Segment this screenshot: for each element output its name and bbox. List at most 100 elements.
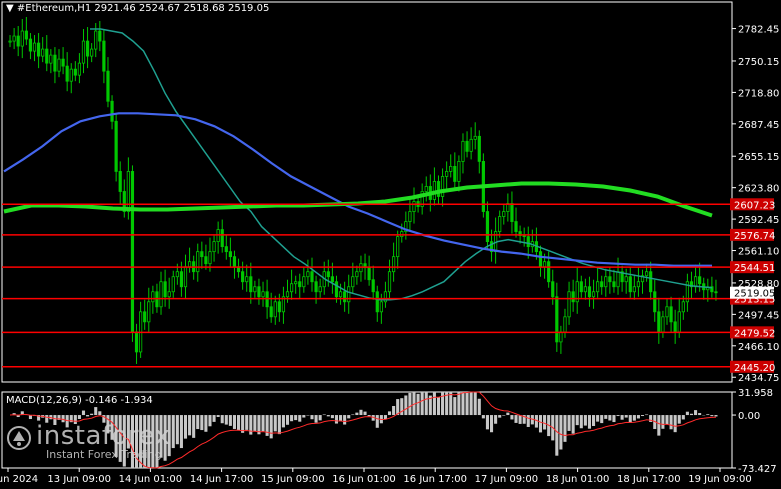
candle-body (526, 236, 530, 248)
candle-body (636, 281, 641, 288)
candle-body (228, 251, 232, 258)
candle-body (143, 311, 147, 323)
candle-body (604, 276, 608, 288)
candle-body (163, 281, 167, 298)
candle-body (477, 135, 481, 162)
candle-body (677, 311, 681, 333)
macd-label: MACD(12,26,9) -0.146 -1.934 (6, 395, 153, 406)
candle-body (371, 279, 375, 293)
candle-body (37, 42, 41, 57)
candle-body (20, 30, 24, 47)
candle-body (179, 271, 184, 288)
macd-tick-label: -73.427 (738, 464, 777, 475)
candle-body (714, 291, 718, 294)
candle-body (596, 281, 600, 293)
candle-body (8, 40, 12, 43)
candle-body (224, 246, 228, 253)
candle-body (485, 211, 490, 243)
candle-body (32, 42, 37, 52)
y-tick-label: 2434.75 (738, 373, 779, 384)
candle-body (196, 251, 200, 273)
watermark-brand: instaforex (36, 421, 171, 451)
candle-body (681, 301, 685, 313)
chevron-down-icon[interactable]: ▼ (6, 3, 14, 14)
candle-body (579, 281, 583, 293)
candle-body (114, 120, 118, 172)
candle-body (167, 291, 171, 298)
candle-body (232, 256, 237, 268)
candle-body (547, 261, 551, 283)
candle-body (375, 291, 379, 313)
candle-body (220, 229, 224, 248)
candle-body (355, 271, 359, 278)
candle-body (147, 301, 151, 323)
candle-body (187, 261, 192, 268)
candle-body (649, 271, 653, 293)
candle-body (326, 271, 330, 278)
chart-canvas[interactable]: 2782.45 2750.15 2718.80 2687.45 2655.15 2623.… (0, 0, 781, 489)
candle-body (698, 276, 702, 285)
candle-body (616, 271, 620, 288)
candle-body (330, 276, 334, 283)
y-tick-label: 2718.80 (738, 88, 779, 99)
candle-body (408, 211, 412, 222)
candle-body (453, 166, 457, 182)
candle-body (245, 276, 249, 283)
candle-body (587, 286, 592, 298)
instaforex-logo-icon (7, 426, 31, 450)
candle-body (522, 235, 526, 238)
candle-body (465, 140, 469, 152)
candle-body (257, 286, 261, 298)
candle-body (241, 271, 245, 283)
candle-body (53, 54, 57, 72)
candle-body (126, 171, 130, 212)
candle-body (106, 70, 110, 102)
level-price-label: 2479.52 (734, 328, 775, 339)
x-tick-label: 16 Jun 01:00 (332, 474, 396, 485)
candle-body (379, 301, 383, 313)
candle-body (571, 291, 575, 303)
candle-body (175, 271, 179, 278)
candle-body (94, 30, 98, 50)
level-price-label: 2607.23 (734, 200, 775, 211)
candle-body (249, 276, 253, 293)
candle-body (102, 40, 106, 72)
candle-body (85, 40, 90, 57)
candle-body (673, 321, 677, 333)
candle-body (208, 251, 212, 265)
x-tick-label: 18 Jun 01:00 (546, 474, 610, 485)
candle-body (445, 171, 449, 177)
candle-body (28, 38, 33, 52)
level-price-label: 2445.20 (734, 363, 775, 374)
candle-body (261, 291, 265, 298)
level-price-label: 2544.51 (734, 263, 775, 274)
candle-body (118, 171, 122, 192)
candle-body (538, 251, 543, 268)
candle-body (159, 281, 163, 308)
x-tick-label: 14 Jun 17:00 (190, 474, 254, 485)
main-pane-frame (1, 1, 733, 383)
level-price-label: 2576.74 (734, 231, 775, 242)
candle-body (632, 286, 636, 293)
candle-body (204, 256, 208, 265)
candle-body (16, 35, 20, 47)
candle-body (396, 236, 400, 258)
candle-body (424, 186, 428, 192)
y-tick-label: 2623.80 (738, 184, 779, 195)
candle-body (387, 271, 392, 293)
candle-body (440, 176, 445, 197)
candle-body (559, 331, 563, 343)
y-tick-label: 2750.15 (738, 57, 779, 68)
candle-body (338, 291, 343, 298)
candle-body (302, 276, 306, 288)
candle-body (269, 306, 273, 318)
candle-body (98, 30, 102, 42)
candle-body (461, 140, 465, 162)
candle-body (294, 281, 298, 285)
candle-body (661, 316, 665, 333)
x-tick-label: 13 Jun 09:00 (47, 474, 111, 485)
candle-body (502, 211, 506, 217)
y-tick-label: 2687.45 (738, 120, 779, 131)
candle-body (624, 276, 628, 283)
candle-body (669, 306, 673, 323)
